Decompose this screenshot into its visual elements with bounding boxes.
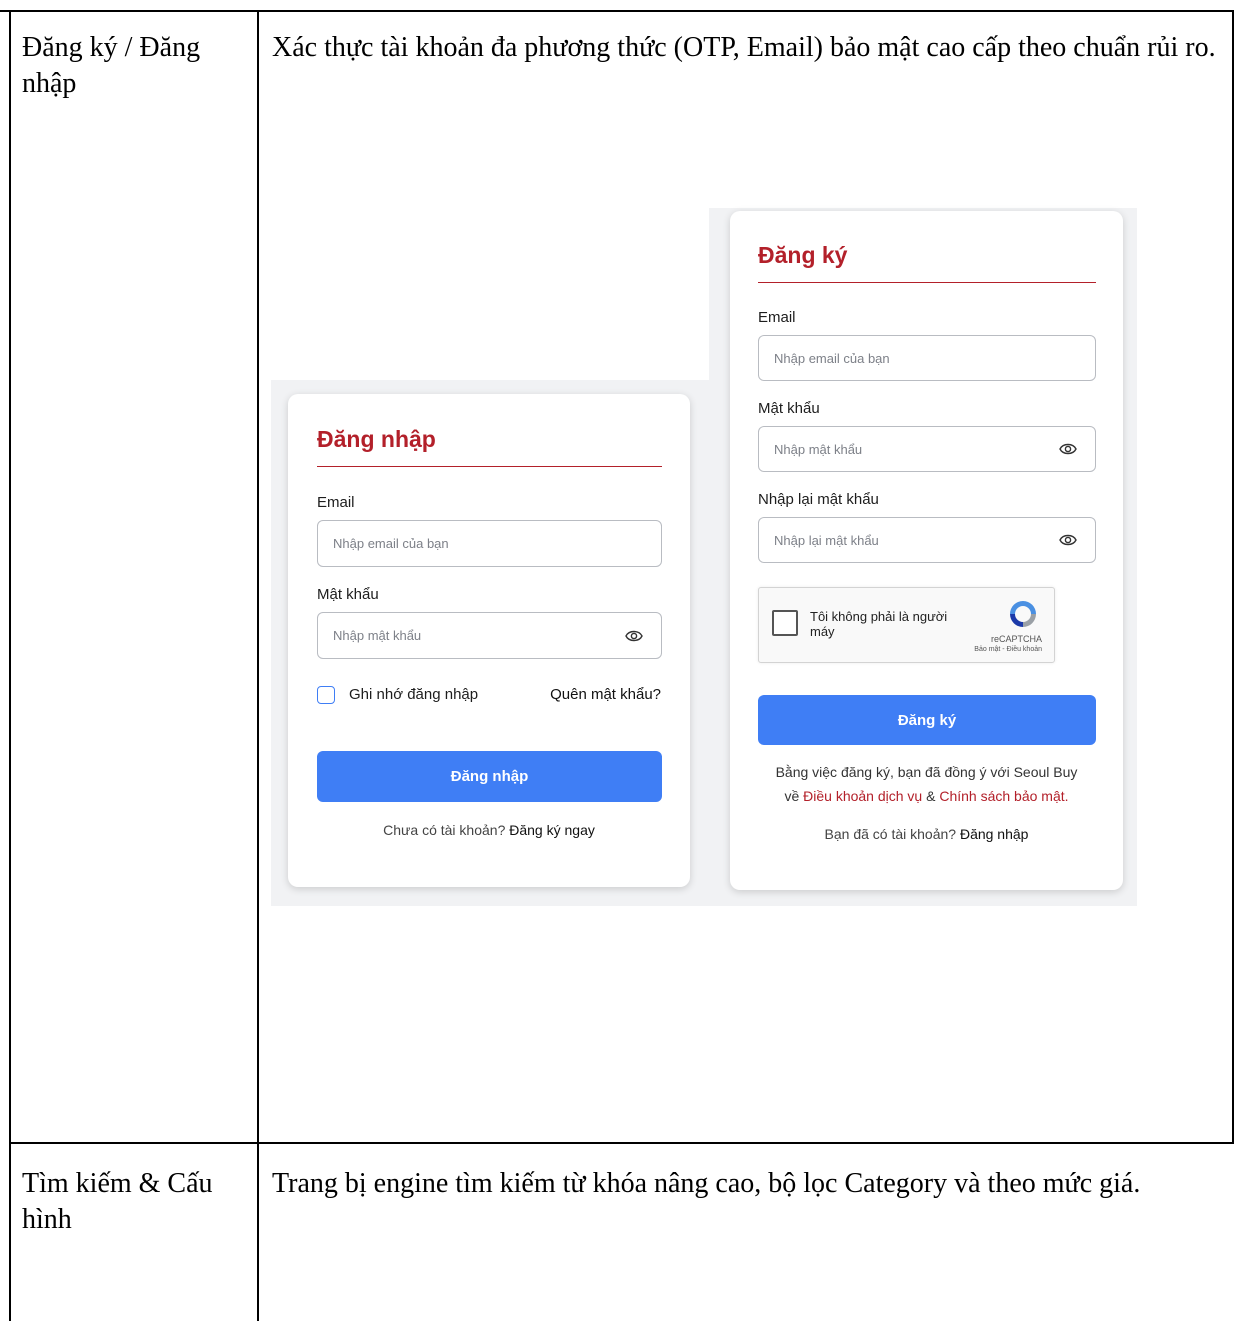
login-email-label: Email [317,494,355,511]
register-title-underline [758,282,1096,283]
register-title: Đăng ký [758,242,848,268]
auth-screens-image: Đăng nhập Email Mật khẩu Ghi nhớ đăng nh… [271,208,1137,906]
login-email-input[interactable] [333,521,608,566]
register-email-label: Email [758,309,796,326]
eye-icon[interactable] [625,628,643,644]
terms-prefix: về [784,788,800,804]
register-password-field[interactable] [758,426,1096,472]
table-top-border [0,10,1234,12]
login-password-label: Mật khẩu [317,586,379,603]
table-left-border [9,10,11,1321]
recaptcha-logo-icon [1010,601,1036,627]
register-password-label: Mật khẩu [758,400,820,417]
login-email-field[interactable] [317,520,662,567]
register-confirm-label: Nhập lại mật khẩu [758,491,879,508]
recaptcha-links[interactable]: Bảo mật - Điều khoản [974,646,1042,653]
register-confirm-input[interactable] [774,518,1043,562]
register-email-field[interactable] [758,335,1096,381]
register-email-input[interactable] [774,336,1043,380]
recaptcha-checkbox[interactable] [772,610,798,636]
login-password-field[interactable] [317,612,662,659]
terms-line-2: về Điều khoản dịch vụ & Chính sách bảo m… [730,788,1123,804]
login-title-underline [317,466,662,467]
register-confirm-field[interactable] [758,517,1096,563]
register-card: Đăng ký Email Mật khẩu Nhập lại mật khẩu… [730,211,1123,890]
description-cell-register-login: Xác thực tài khoản đa phương thức (OTP, … [272,32,1216,63]
terms-and: & [926,788,936,804]
recaptcha-label: Tôi không phải là người máy [810,609,948,639]
terms-end: . [1064,788,1069,804]
eye-icon[interactable] [1059,441,1077,457]
table-column-divider [257,10,259,1321]
no-account-text: Chưa có tài khoản? [383,822,506,838]
remember-me-checkbox[interactable] [317,686,335,704]
remember-me-label: Ghi nhớ đăng nhập [349,686,479,703]
forgot-password-link[interactable]: Quên mật khẩu? [550,686,661,703]
feature-cell-register-login: Đăng ký / Đăng nhập [22,32,201,99]
register-password-input[interactable] [774,427,1043,471]
description-cell-search: Trang bị engine tìm kiếm từ khóa nâng ca… [272,1168,1141,1199]
feature-cell-search: Tìm kiếm & Cấu hình [22,1168,213,1235]
table-row-divider [9,1142,1234,1144]
have-account-text: Bạn đã có tài khoản? [824,826,957,842]
terms-of-service-link[interactable]: Điều khoản dịch vụ [803,788,922,804]
eye-icon[interactable] [1059,532,1077,548]
login-card: Đăng nhập Email Mật khẩu Ghi nhớ đăng nh… [288,394,690,887]
privacy-policy-link[interactable]: Chính sách bảo mật [939,788,1064,804]
recaptcha-widget: Tôi không phải là người máy reCAPTCHA Bả… [758,587,1055,663]
login-submit-button[interactable]: Đăng nhập [317,751,662,802]
register-prompt: Chưa có tài khoản? Đăng ký ngay [288,822,690,838]
register-submit-button[interactable]: Đăng ký [758,695,1096,745]
terms-line-1: Bằng việc đăng ký, bạn đã đồng ý với Seo… [775,764,1078,780]
login-password-input[interactable] [333,613,608,658]
login-prompt: Bạn đã có tài khoản? Đăng nhập [730,826,1123,842]
recaptcha-brand: reCAPTCHA [990,634,1042,644]
login-title: Đăng nhập [317,426,436,452]
login-link[interactable]: Đăng nhập [960,826,1029,842]
register-now-link[interactable]: Đăng ký ngay [509,822,595,838]
